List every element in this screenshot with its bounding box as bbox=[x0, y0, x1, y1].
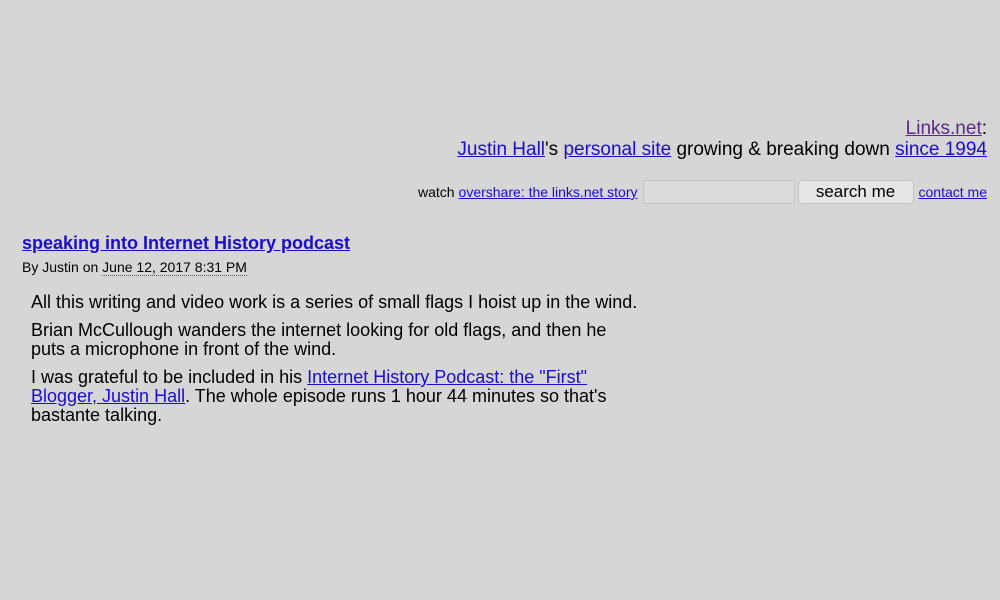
contact-link[interactable]: contact me bbox=[919, 184, 987, 200]
personal-site-link[interactable]: personal site bbox=[563, 139, 671, 160]
post-date: June 12, 2017 8:31 PM bbox=[102, 259, 247, 276]
post-paragraph-1: All this writing and video work is a ser… bbox=[31, 292, 638, 312]
overshare-link[interactable]: overshare: the links.net story bbox=[459, 184, 638, 200]
post-title: speaking into Internet History podcast bbox=[22, 232, 642, 254]
paragraph-3-intro: I was grateful to be included in his bbox=[31, 367, 308, 387]
byline-prefix: By Justin on bbox=[22, 259, 99, 275]
search-button[interactable]: search me bbox=[797, 180, 914, 204]
post-body: All this writing and video work is a ser… bbox=[22, 293, 642, 425]
site-header: Links.net: Justin Hall's personal site g… bbox=[457, 118, 987, 160]
post-paragraph-2: Brian McCullough wanders the internet lo… bbox=[31, 320, 607, 359]
site-name-link[interactable]: Links.net bbox=[906, 118, 982, 139]
post-title-link[interactable]: speaking into Internet History podcast bbox=[22, 233, 350, 253]
watch-label: watch bbox=[417, 184, 455, 200]
post-paragraph-3: I was grateful to be included in his Int… bbox=[31, 368, 642, 425]
post-byline: By Justin on June 12, 2017 8:31 PM bbox=[22, 259, 642, 276]
owner-suffix: 's bbox=[545, 139, 564, 160]
site-name-colon: : bbox=[981, 118, 987, 139]
since-1994-link[interactable]: since 1994 bbox=[895, 139, 987, 160]
blog-post: speaking into Internet History podcast B… bbox=[22, 232, 642, 434]
search-input[interactable] bbox=[642, 180, 795, 204]
site-name-line: Links.net: bbox=[457, 118, 987, 139]
search-toolbar: watch overshare: the links.net story sea… bbox=[418, 178, 987, 206]
site-tagline: Justin Hall's personal site growing & br… bbox=[457, 139, 987, 160]
tagline-text: growing & breaking down bbox=[671, 139, 896, 160]
owner-link[interactable]: Justin Hall bbox=[457, 139, 545, 160]
